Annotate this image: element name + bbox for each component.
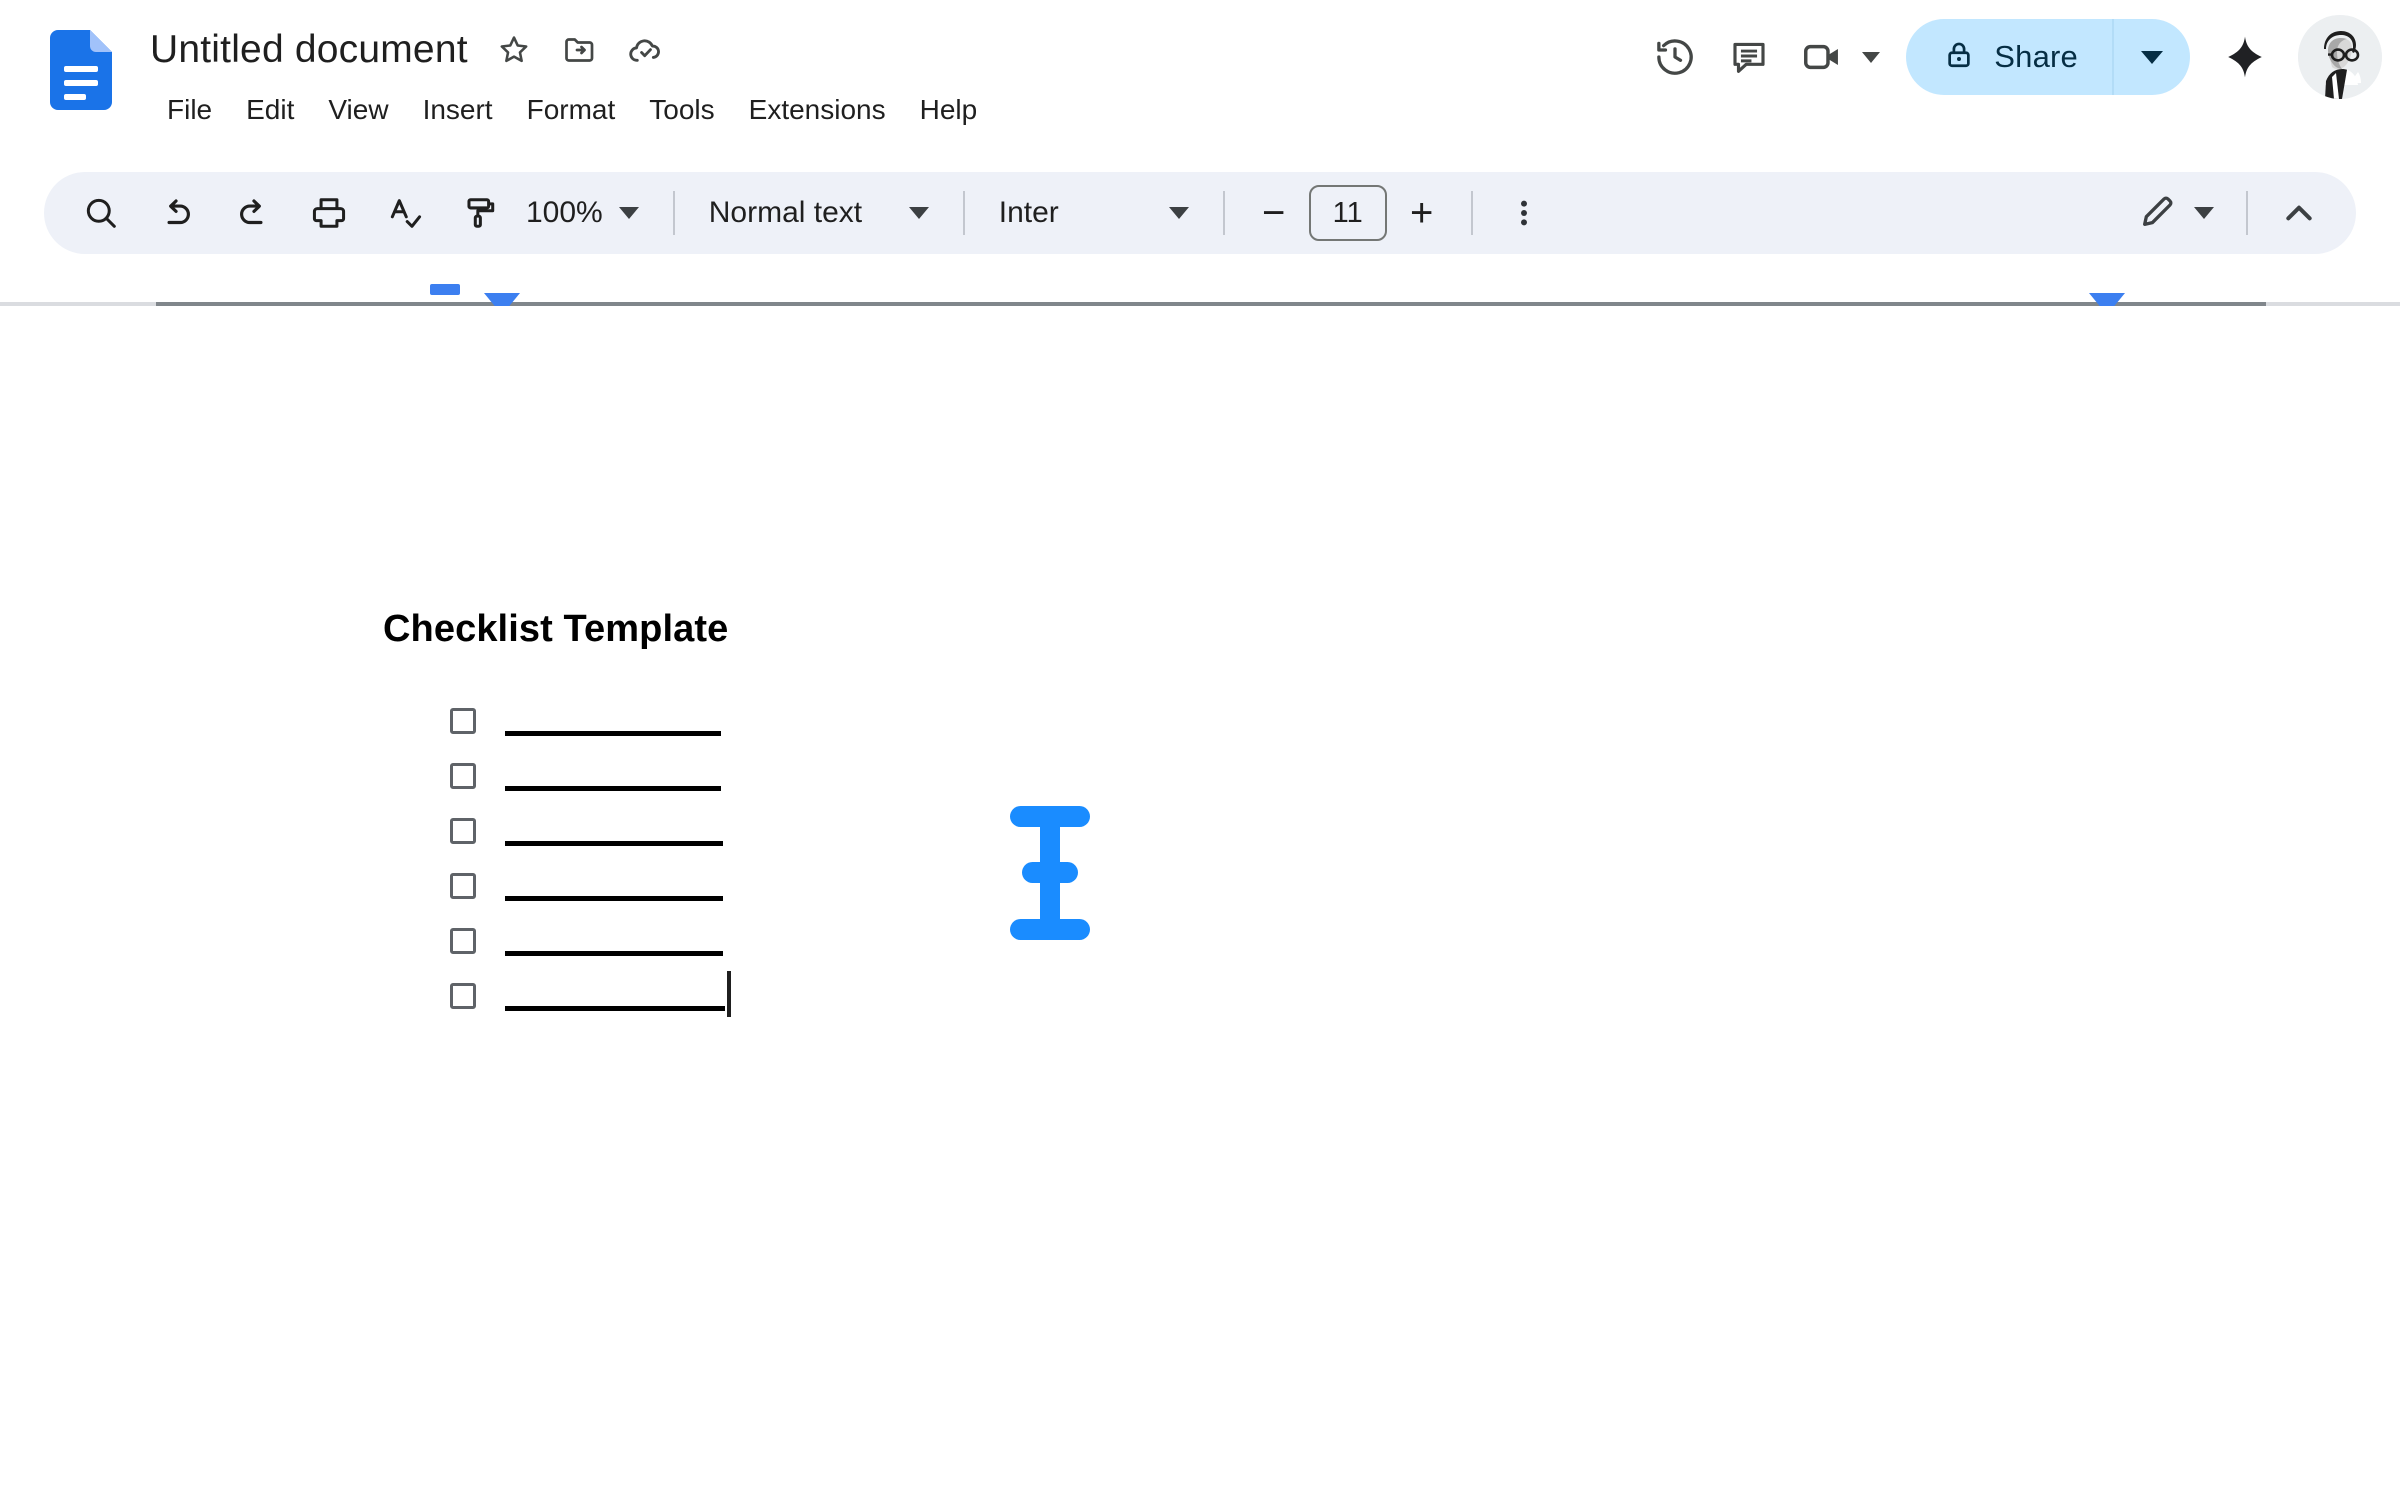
blank-line [505, 786, 721, 791]
menu-tools[interactable]: Tools [632, 88, 731, 132]
checkbox[interactable] [450, 928, 476, 954]
divider [1470, 191, 1473, 235]
blank-line [505, 1006, 725, 1011]
font-size-stepper: − 11 + [1245, 184, 1451, 242]
version-history-icon[interactable] [1638, 20, 1712, 94]
gemini-sparkle-icon[interactable] [2206, 18, 2284, 96]
chevron-down-icon [618, 207, 639, 219]
print-icon[interactable] [298, 182, 360, 244]
more-vertical-icon[interactable] [1493, 182, 1555, 244]
chevron-down-icon[interactable] [1862, 51, 1881, 63]
editing-mode-control[interactable] [2126, 182, 2226, 244]
docs-file-icon[interactable] [50, 30, 112, 110]
comment-icon[interactable] [1712, 20, 1786, 94]
share-main[interactable]: Share [1906, 19, 2114, 95]
checkbox[interactable] [450, 818, 476, 844]
video-call-icon[interactable] [1786, 20, 1860, 94]
spellcheck-icon[interactable] [374, 182, 436, 244]
checkbox[interactable] [450, 983, 476, 1009]
share-button[interactable]: Share [1906, 19, 2190, 95]
decrease-font-size-button[interactable]: − [1245, 184, 1303, 242]
avatar[interactable] [2298, 15, 2382, 99]
chevron-up-icon[interactable] [2268, 182, 2330, 244]
zoom-level: 100% [526, 196, 603, 229]
menu-help[interactable]: Help [903, 88, 995, 132]
pencil-icon [2138, 191, 2178, 236]
page-title[interactable]: Untitled document [150, 28, 468, 72]
text-caret [727, 971, 731, 1017]
search-icon[interactable] [70, 182, 132, 244]
video-call-button[interactable] [1786, 20, 1881, 94]
share-label: Share [1994, 39, 2078, 74]
chevron-down-icon [2194, 207, 2214, 219]
google-docs-app: Untitled document File Edit View Insert … [0, 0, 2400, 1500]
menu-file[interactable]: File [150, 88, 229, 132]
divider [672, 191, 675, 235]
star-icon[interactable] [494, 30, 534, 70]
menu-format[interactable]: Format [510, 88, 633, 132]
increase-font-size-button[interactable]: + [1393, 184, 1451, 242]
header-actions: Share [1638, 12, 2400, 102]
menu-insert[interactable]: Insert [406, 88, 510, 132]
zoom-control[interactable]: 100% [512, 182, 653, 244]
undo-icon[interactable] [146, 182, 208, 244]
chevron-down-icon [1168, 207, 1189, 219]
share-dropdown-button[interactable] [2114, 19, 2190, 95]
document-canvas[interactable]: Checklist Template [0, 306, 2400, 1500]
divider [2246, 191, 2248, 235]
checkbox[interactable] [450, 763, 476, 789]
blank-line [505, 896, 723, 901]
checkbox[interactable] [450, 873, 476, 899]
document-heading[interactable]: Checklist Template [383, 608, 728, 651]
text-style-dropdown[interactable]: Normal text [695, 182, 943, 244]
blank-line [505, 841, 723, 846]
app-header: Untitled document File Edit View Insert … [0, 0, 2400, 160]
font-size-input[interactable]: 11 [1308, 185, 1387, 241]
title-row: Untitled document [150, 22, 666, 78]
menu-bar: File Edit View Insert Format Tools Exten… [150, 88, 994, 132]
formatting-toolbar: 100% Normal text Inter − 11 + [44, 172, 2356, 254]
menu-edit[interactable]: Edit [229, 88, 311, 132]
font-dropdown[interactable]: Inter [985, 182, 1203, 244]
blank-line [505, 731, 721, 736]
lock-icon [1942, 38, 1976, 77]
text-style-value: Normal text [708, 196, 863, 229]
divider [1222, 191, 1225, 235]
move-to-folder-icon[interactable] [560, 30, 600, 70]
blank-line [505, 951, 723, 956]
left-indent-marker[interactable] [430, 284, 460, 295]
cloud-saved-icon[interactable] [626, 30, 666, 70]
chevron-down-icon [2141, 50, 2163, 64]
paint-format-icon[interactable] [450, 182, 512, 244]
font-value: Inter [998, 196, 1059, 229]
menu-view[interactable]: View [311, 88, 405, 132]
checkbox[interactable] [450, 708, 476, 734]
divider [962, 191, 965, 235]
redo-icon[interactable] [222, 182, 284, 244]
menu-extensions[interactable]: Extensions [732, 88, 903, 132]
chevron-down-icon [908, 207, 929, 219]
